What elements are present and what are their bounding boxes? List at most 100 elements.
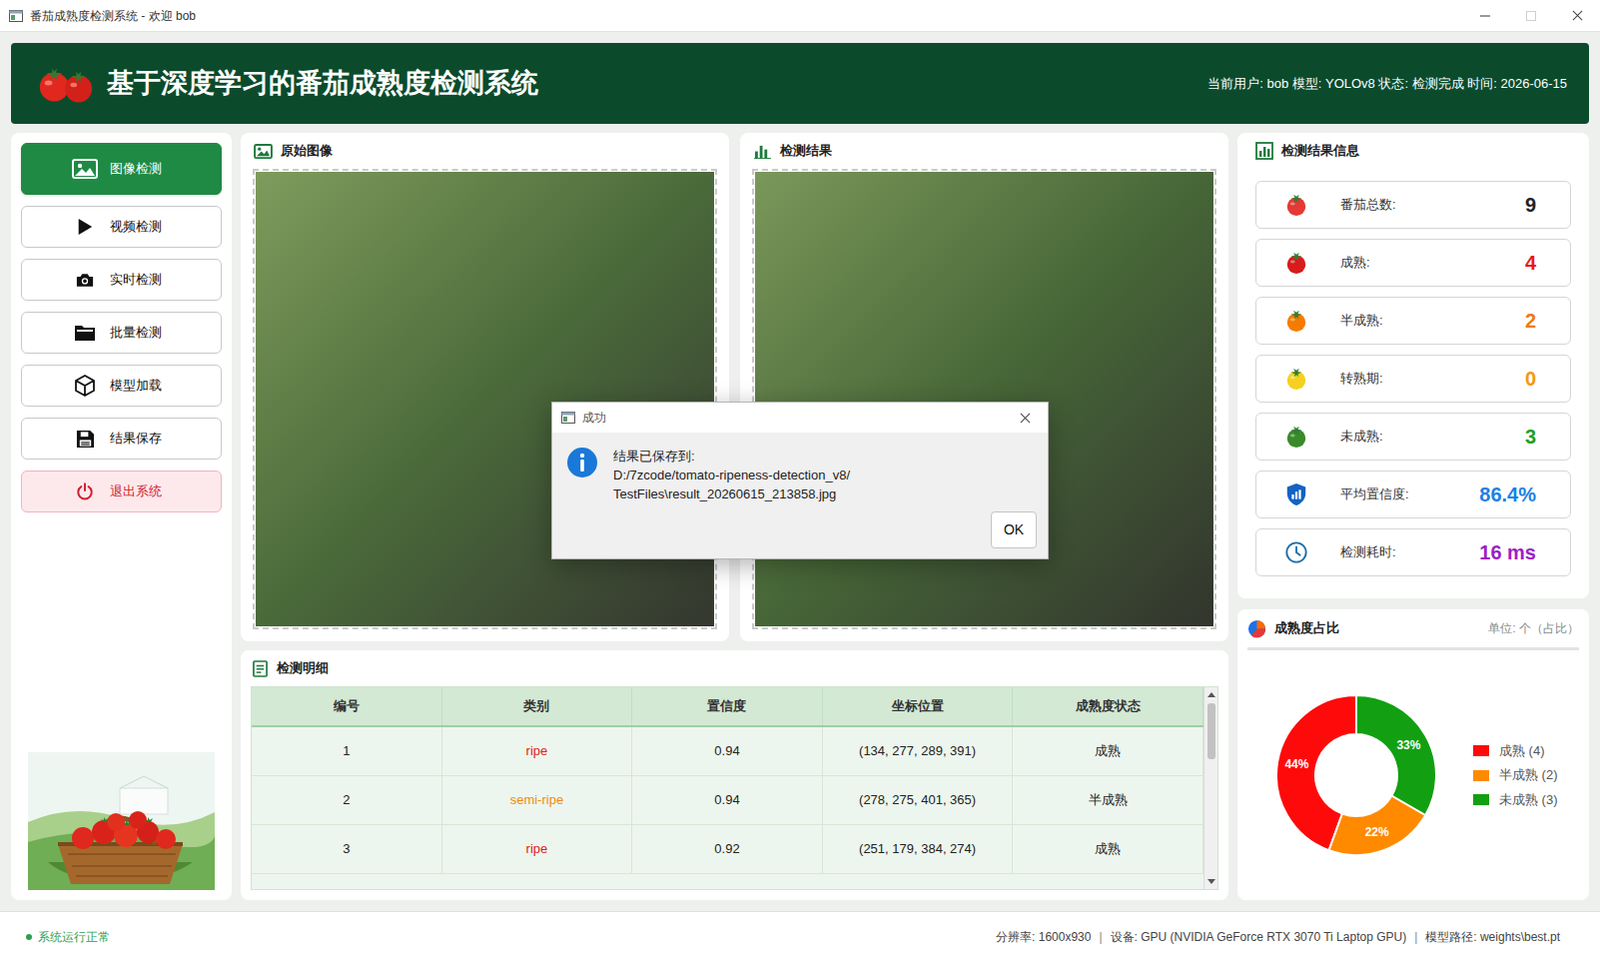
cell-text: 成熟 — [1094, 838, 1121, 859]
app-icon — [560, 409, 577, 426]
stats-list: 番茄总数:9成熟:4半成熟:2转熟期:0未成熟:3平均置信度:86.4%检测耗时… — [1255, 180, 1572, 577]
sidebar-item-content: 退出系统 — [71, 480, 162, 503]
table-row[interactable]: 1ripe0.94(134, 277, 289, 391)成熟 — [251, 727, 1204, 777]
image-frame — [752, 168, 1217, 630]
column-header[interactable]: 置信度 — [632, 687, 823, 726]
status-item: 模型路径: weights\best.pt — [1425, 927, 1561, 946]
sidebar-item[interactable]: 模型加载 — [20, 364, 222, 407]
bar-chart-icon — [752, 141, 773, 160]
sidebar-item[interactable]: 结果保存 — [20, 417, 222, 460]
scroll-up-button[interactable] — [1204, 687, 1218, 702]
chart-divider — [1247, 647, 1580, 651]
status-bar: 系统运行正常分辨率: 1600x930|设备: GPU (NVIDIA GeFo… — [0, 910, 1600, 961]
stat-value: 16 ms — [1479, 537, 1537, 568]
tomato-logo-icon — [34, 63, 97, 104]
scrollbar[interactable] — [1203, 687, 1218, 889]
column-label: 成熟度状态 — [1075, 696, 1141, 717]
status-separator: | — [1414, 927, 1418, 946]
stat-value: 0 — [1525, 363, 1537, 394]
camera-icon — [71, 268, 98, 291]
table-cell: 成熟 — [1012, 824, 1204, 873]
scroll-down-button[interactable] — [1204, 874, 1218, 889]
sidebar-label: 实时检测 — [109, 269, 162, 290]
sidebar-item[interactable]: 图像检测 — [20, 142, 222, 195]
title-bar: 番茄成熟度检测系统 - 欢迎 bob — [0, 0, 1600, 32]
sidebar: 图像检测视频检测实时检测批量检测模型加载结果保存退出系统 — [10, 132, 232, 900]
image-row: 原始图像 检测结果 — [240, 132, 1229, 642]
table-cell: 0.92 — [632, 824, 823, 873]
column-label: 类别 — [523, 696, 550, 717]
sidebar-item-content: 实时检测 — [71, 268, 162, 291]
slice-label: 33% — [1396, 736, 1421, 755]
sidebar-item[interactable]: 实时检测 — [20, 258, 222, 301]
stat-value: 86.4% — [1479, 479, 1537, 510]
table-cell: (134, 277, 289, 391) — [822, 727, 1014, 776]
shield-icon — [1284, 482, 1309, 507]
cell-text: (251, 179, 384, 274) — [858, 838, 976, 859]
table-row[interactable]: 3ripe0.92(251, 179, 384, 274)成熟 — [251, 824, 1204, 874]
arrow-down-icon — [1207, 878, 1216, 885]
stat-label: 检测耗时: — [1340, 542, 1397, 563]
column-header[interactable]: 类别 — [442, 687, 634, 726]
column-header[interactable]: 编号 — [251, 687, 443, 726]
column-label: 坐标位置 — [891, 696, 944, 717]
legend-label: 成熟 (4) — [1499, 741, 1546, 762]
app-icon — [7, 7, 24, 24]
column-header[interactable]: 成熟度状态 — [1012, 687, 1204, 726]
close-icon — [1572, 9, 1584, 21]
power-icon — [71, 480, 98, 503]
success-dialog: 成功结果已保存到:D:/7zcode/tomato-ripeness-detec… — [551, 401, 1049, 560]
dialog-close-button[interactable] — [1009, 405, 1040, 430]
slice-label: 22% — [1365, 822, 1390, 841]
legend-swatch — [1473, 794, 1490, 805]
stat-value: 3 — [1525, 421, 1537, 452]
cell-text: 0.94 — [714, 790, 740, 810]
folder-icon — [71, 321, 98, 344]
scroll-thumb[interactable] — [1207, 703, 1216, 760]
stat-card: 检测耗时: 16 ms — [1255, 528, 1572, 577]
table-cell: 成熟 — [1012, 727, 1204, 776]
status-details: 分辨率: 1600x930|设备: GPU (NVIDIA GeForce RT… — [995, 927, 1561, 946]
dialog-body: 结果已保存到:D:/7zcode/tomato-ripeness-detecti… — [552, 432, 1048, 504]
class-label: semi-ripe — [510, 790, 564, 810]
panel-title: 检测结果信息 — [1281, 140, 1360, 161]
column-header[interactable]: 坐标位置 — [822, 687, 1014, 726]
stats-icon — [1255, 141, 1274, 160]
close-button[interactable] — [1554, 0, 1600, 32]
cell-text: (278, 275, 401, 365) — [858, 790, 976, 810]
dialog-footer: OK — [552, 511, 1048, 559]
tomato-icon — [1284, 192, 1309, 217]
arrow-up-icon — [1207, 691, 1216, 698]
minimize-icon — [1480, 10, 1491, 21]
header-banner: 基于深度学习的番茄成熟度检测系统当前用户: bob 模型: YOLOv8 状态:… — [10, 42, 1590, 124]
close-icon — [1019, 412, 1031, 424]
dialog-message: 结果已保存到:D:/7zcode/tomato-ripeness-detecti… — [613, 446, 850, 504]
column-label: 编号 — [333, 696, 360, 717]
chart-legend: 成熟 (4)半成熟 (2)未成熟 (3) — [1473, 741, 1559, 810]
donut-svg — [1274, 693, 1439, 857]
panel-header: 成熟度占比单位: 个（占比） — [1247, 609, 1580, 648]
panel-title: 原始图像 — [280, 140, 333, 161]
donut-slice[interactable] — [1356, 695, 1437, 815]
app-title: 基于深度学习的番茄成熟度检测系统 — [106, 62, 539, 104]
panel-title: 检测结果 — [780, 140, 832, 161]
table-cell: ripe — [442, 727, 634, 776]
sidebar-item[interactable]: 退出系统 — [20, 470, 222, 513]
ok-button[interactable]: OK — [990, 511, 1037, 549]
minimize-button[interactable] — [1462, 0, 1509, 32]
panel-header: 检测明细 — [250, 650, 1219, 687]
table-cell: 2 — [251, 776, 443, 824]
dialog-title-bar: 成功 — [552, 402, 1048, 433]
tomato-basket-illustration — [27, 752, 215, 890]
sidebar-item-content: 结果保存 — [71, 427, 162, 450]
stat-card: 成熟:4 — [1255, 238, 1572, 287]
table-row[interactable]: 2 semi-ripe 0.94 (278, 275, 401, 365) 半成熟 — [251, 776, 1204, 825]
cell-text: 半成熟 — [1088, 790, 1128, 810]
cell-text: 2 — [342, 790, 350, 810]
table-cell: (251, 179, 384, 274) — [822, 824, 1014, 873]
sidebar-item[interactable]: 视频检测 — [20, 205, 222, 248]
sidebar-item[interactable]: 批量检测 — [20, 311, 222, 354]
stat-label: 半成熟: — [1340, 310, 1384, 331]
sidebar-label: 批量检测 — [109, 322, 162, 343]
cell-text: 成熟 — [1094, 741, 1121, 762]
